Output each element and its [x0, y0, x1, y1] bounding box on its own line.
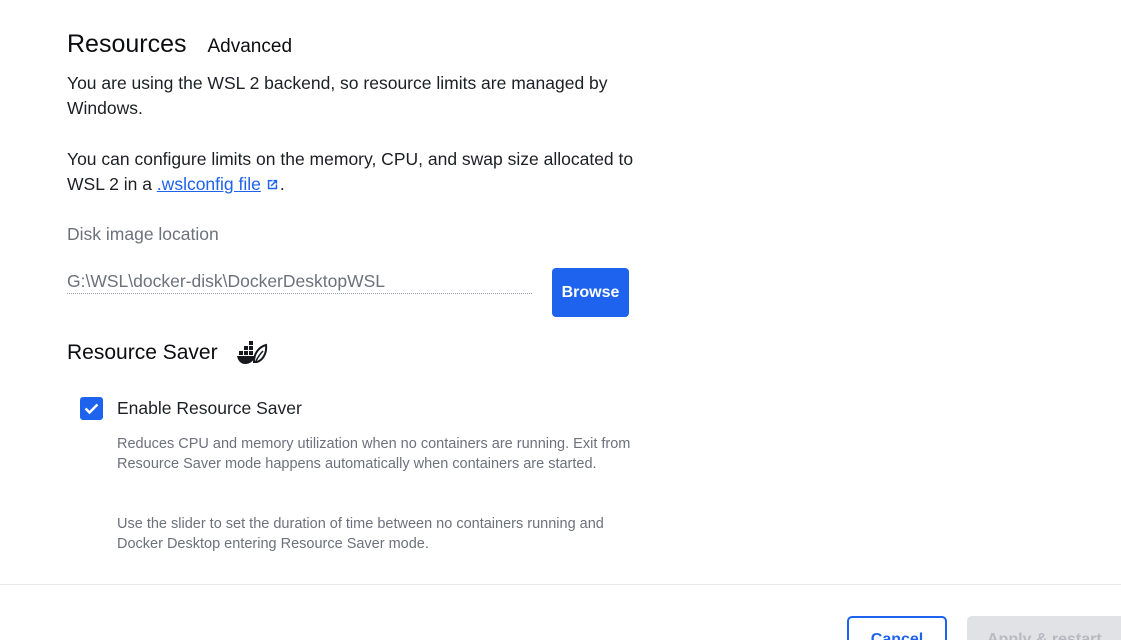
page-title: Resources	[67, 30, 187, 58]
browse-button[interactable]: Browse	[552, 268, 629, 317]
resource-saver-slider-hint: Use the slider to set the duration of ti…	[117, 516, 604, 552]
disk-image-location-field[interactable]	[67, 268, 532, 294]
wslconfig-link[interactable]: .wslconfig file	[157, 174, 280, 194]
cancel-button[interactable]: Cancel	[847, 616, 947, 640]
disk-image-label: Disk image location	[67, 224, 219, 244]
settings-page: Resources Advanced You are using the WSL…	[0, 0, 1121, 640]
enable-resource-saver-label[interactable]: Enable Resource Saver	[117, 398, 302, 419]
wslconfig-info-suffix: .	[279, 174, 285, 194]
wslconfig-link-label: .wslconfig file	[156, 174, 261, 194]
checkmark-icon	[84, 403, 99, 415]
wslconfig-info: You can configure limits on the memory, …	[67, 147, 647, 197]
resource-saver-heading: Resource Saver	[67, 340, 268, 366]
resource-saver-title: Resource Saver	[67, 341, 218, 364]
header: Resources Advanced	[67, 30, 292, 59]
footer-divider	[0, 584, 1121, 585]
external-link-icon	[267, 179, 278, 190]
apply-restart-button[interactable]: Apply & restart	[967, 616, 1121, 640]
docker-leaf-icon	[236, 341, 267, 364]
wslconfig-info-text: You can configure limits on the memory, …	[67, 149, 634, 194]
resource-saver-description: Reduces CPU and memory utilization when …	[117, 436, 631, 472]
enable-resource-saver-checkbox[interactable]	[80, 397, 103, 420]
wsl-notice: You are using the WSL 2 backend, so reso…	[67, 73, 608, 118]
tab-advanced[interactable]: Advanced	[208, 36, 293, 58]
